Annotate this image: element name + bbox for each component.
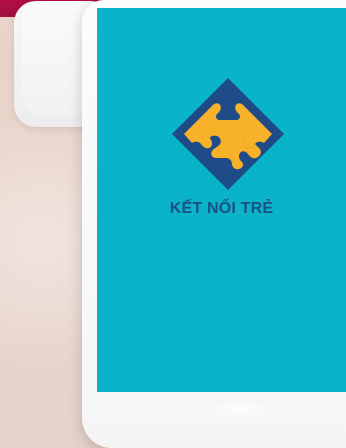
home-glow — [197, 400, 282, 420]
brand-name: KẾT NỐI TRẺ — [169, 200, 274, 217]
app-screen: KẾT NỐI TRẺ — [97, 8, 346, 392]
smartphone-frame: KẾT NỐI TRẺ — [82, 0, 346, 448]
puzzle-diamond-icon — [172, 78, 284, 190]
scene: KẾT NỐI TRẺ — [0, 0, 346, 448]
